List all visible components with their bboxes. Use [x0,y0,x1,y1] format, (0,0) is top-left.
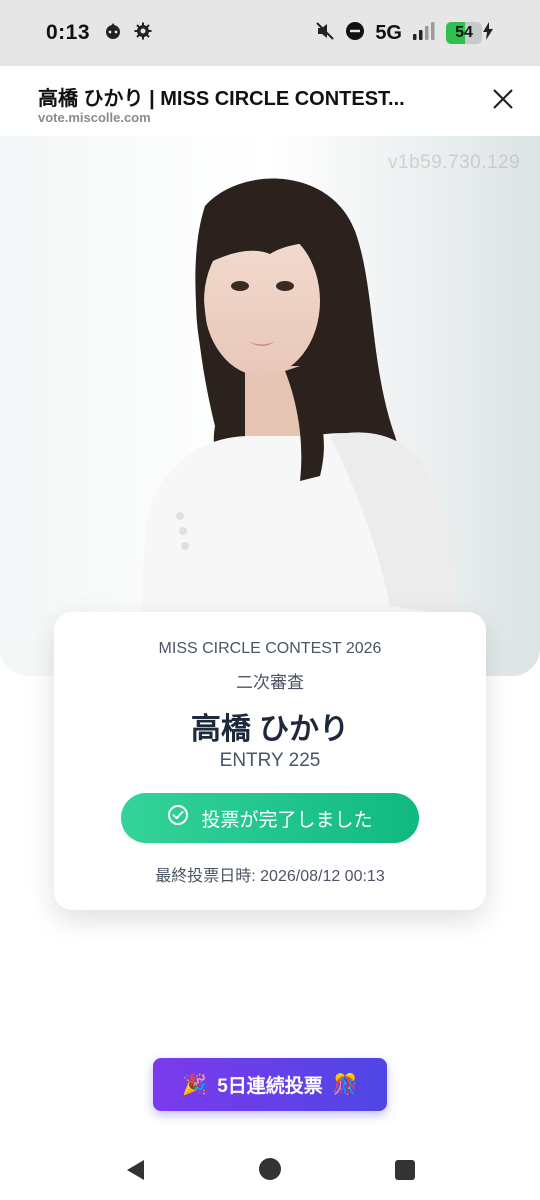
confetti-ball-icon: 🎊 [332,1074,358,1096]
network-type: 5G [375,21,402,44]
contest-name: MISS CIRCLE CONTEST 2026 [158,640,382,657]
candidate-photo: v1b59.730.129 v1b59.730.129 [0,136,540,676]
battery-icon: 54 [446,21,494,45]
gear-icon [134,22,152,45]
stage-label: 二次審査 [236,673,304,692]
back-icon[interactable] [124,1158,148,1187]
close-icon [492,88,514,115]
status-bar: 0:13 5G 54 [0,0,540,66]
watermark-top: v1b59.730.129 [388,152,521,173]
close-button[interactable] [486,84,520,118]
system-nav-bar [0,1140,540,1200]
mute-icon [315,21,335,46]
vote-complete-label: 投票が完了しました [201,809,373,831]
android-head-icon [104,22,122,45]
browser-header: 高橋 ひかり | MISS CIRCLE CONTEST... vote.mis… [0,66,540,136]
do-not-disturb-icon [345,21,365,46]
candidate-name: 高橋 ひかり [190,713,350,746]
home-icon[interactable] [258,1157,282,1186]
page-url: vote.miscolle.com [38,110,151,125]
vote-complete-button[interactable]: 投票が完了しました [121,793,419,843]
battery-text: 54 [455,24,473,41]
charging-icon [482,21,494,45]
page-title: 高橋 ひかり | MISS CIRCLE CONTEST... [38,88,405,110]
recents-icon[interactable] [394,1159,416,1186]
portrait-illustration [0,136,540,676]
entry-card: MISS CIRCLE CONTEST 2026 二次審査 高橋 ひかり ENT… [54,612,486,910]
status-time: 0:13 [46,21,91,44]
signal-icon [412,21,436,46]
status-left-icons [104,22,152,45]
last-vote-datetime: 最終投票日時: 2026/08/12 00:13 [155,868,385,885]
streak-vote-button[interactable]: 🎉 5日連続投票 🎊 [153,1058,387,1111]
check-circle-icon [167,804,189,832]
status-right-icons: 5G 54 [315,21,494,46]
streak-label: 5日連続投票 [217,1076,323,1097]
party-popper-icon: 🎉 [182,1074,208,1096]
entry-number: ENTRY 225 [219,750,321,771]
